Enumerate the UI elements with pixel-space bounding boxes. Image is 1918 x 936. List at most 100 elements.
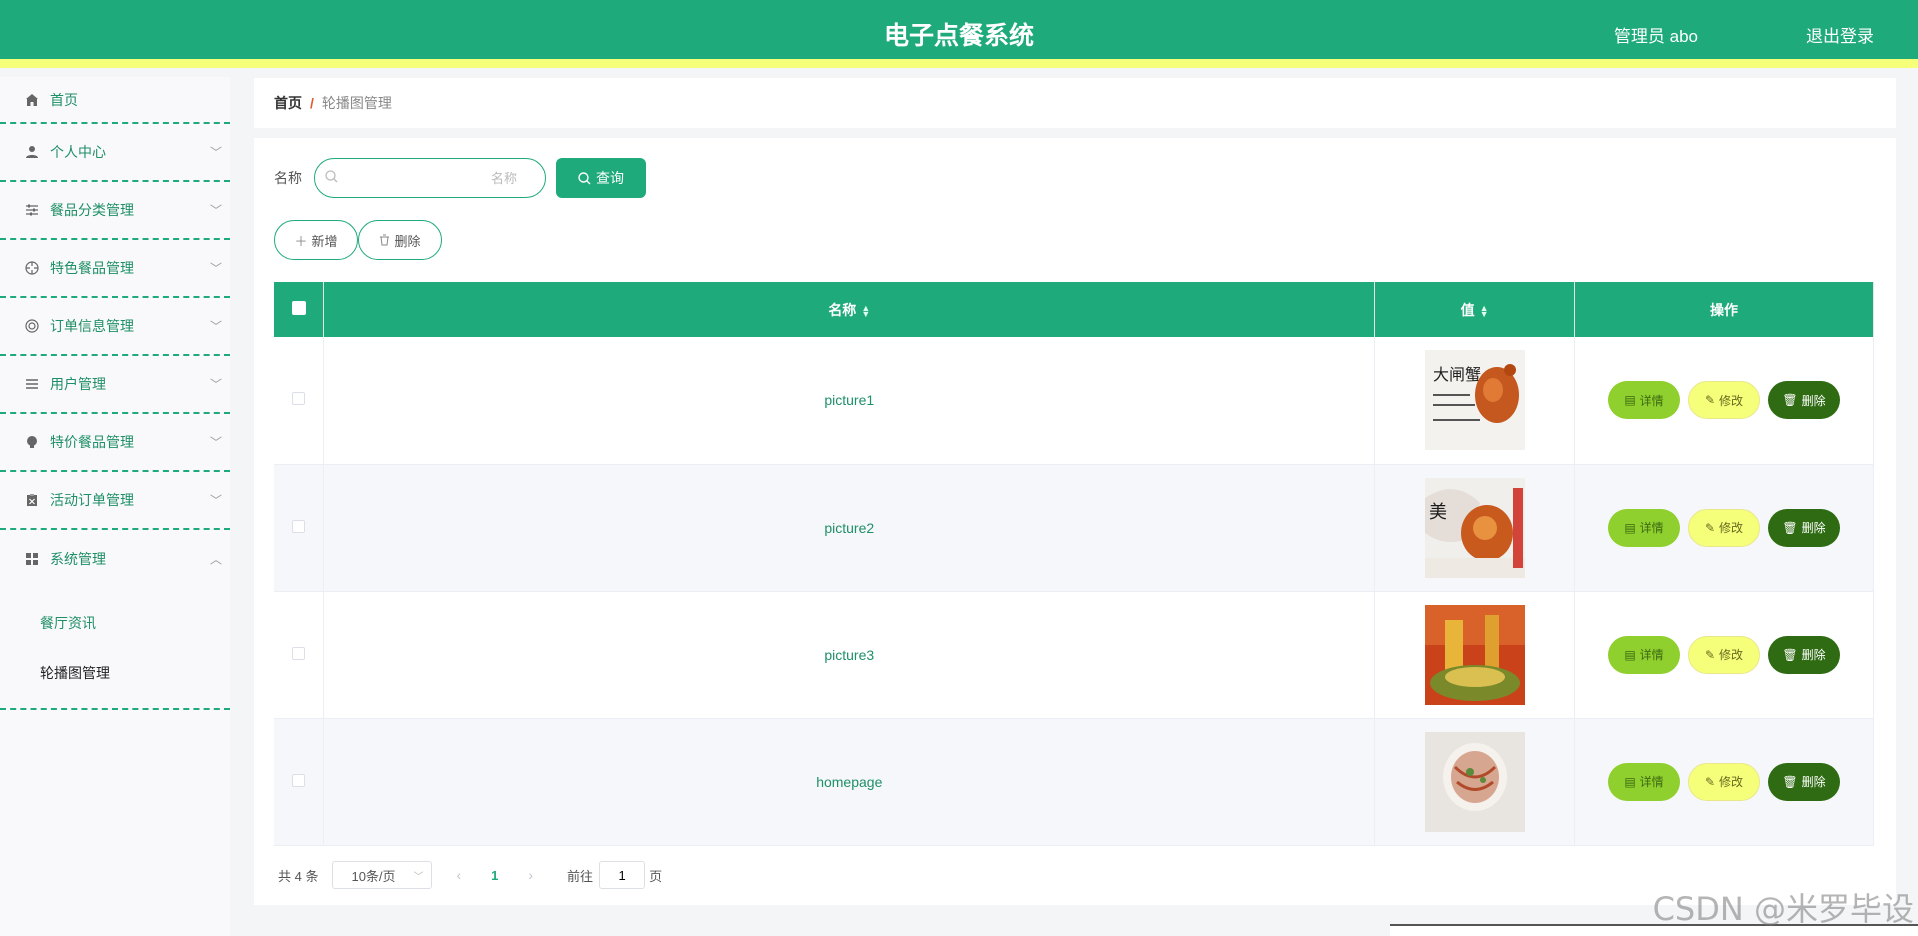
add-button[interactable]: ＋ 新增 [274,220,358,260]
sidebar-subitem-carousel[interactable]: 轮播图管理 [0,648,230,698]
sort-icon[interactable]: ▲ ▼ [861,303,870,318]
sidebar-item-label: 餐品分类管理 [50,202,134,218]
sidebar-item-label: 用户管理 [50,376,106,392]
goto-page-input[interactable] [599,861,646,889]
prev-page-icon[interactable]: ‹ [456,867,461,883]
search-label: 名称 [274,170,302,186]
pencil-icon: ✎ [1704,520,1716,535]
main-panel: 名称 查询 ＋ 新增 删除 [254,138,1896,905]
delete-button[interactable]: 🗑 删除 [1768,508,1840,547]
sidebar-item-label: 特价餐品管理 [50,434,134,450]
ops-cell: ▤ 详情 ✎ 修改 🗑 删除 [1574,337,1874,465]
food-photo-thumbnail[interactable]: 大闸蟹 [1424,350,1525,451]
breadcrumb-separator: / [310,95,314,111]
edit-button[interactable]: ✎ 修改 [1688,635,1760,674]
sidebar-item-profile[interactable]: 个人中心 ﹀ [0,124,230,182]
sidebar-item-featured[interactable]: 特色餐品管理 ﹀ [0,240,230,298]
select-all-cell [274,282,325,337]
chevron-down-icon: ﹀ [209,145,222,160]
page-number-current[interactable]: 1 [491,868,498,883]
delete-button[interactable]: 🗑 删除 [1768,635,1840,674]
breadcrumb-home[interactable]: 首页 [274,93,302,113]
search-row: 名称 查询 [274,158,646,198]
delete-button[interactable]: 🗑 删除 [1768,381,1840,420]
sidebar-item-users[interactable]: 用户管理 ﹀ [0,356,230,414]
sidebar-item-activity-orders[interactable]: 活动订单管理 ﹀ [0,472,230,530]
action-row: ＋ 新增 删除 [274,220,442,260]
sidebar-item-category[interactable]: 餐品分类管理 ﹀ [0,182,230,240]
row-checkbox[interactable] [292,646,306,660]
trash-icon: 🗑 [1782,393,1798,408]
list-icon [24,376,40,392]
sort-icon[interactable]: ▲ ▼ [1480,303,1489,318]
batch-delete-button[interactable]: 删除 [358,220,442,260]
query-button[interactable]: 查询 [556,158,646,198]
table-row: picture1 大闸蟹 ▤ 详情 ✎ 修改 🗑 删除 [274,337,1874,465]
select-all-checkbox[interactable] [291,301,306,315]
ops-cell: ▤ 详情 ✎ 修改 🗑 删除 [1574,591,1874,719]
sidebar-item-label: 订单信息管理 [50,318,134,334]
ops-cell: ▤ 详情 ✎ 修改 🗑 删除 [1574,464,1874,592]
food-photo-thumbnail[interactable]: 美 [1424,477,1525,578]
edit-button[interactable]: ✎ 修改 [1688,508,1760,547]
detail-button[interactable]: ▤ 详情 [1608,635,1680,674]
user-icon [24,144,40,160]
grid-icon [24,551,40,567]
sidebar-item-label: 首页 [50,91,78,108]
edit-button[interactable]: ✎ 修改 [1688,762,1760,801]
document-icon: ▤ [1624,393,1636,408]
chevron-down-icon: ﹀ [209,261,222,276]
sidebar-item-orders[interactable]: 订单信息管理 ﹀ [0,298,230,356]
detail-button[interactable]: ▤ 详情 [1608,381,1680,420]
next-page-icon[interactable]: › [528,867,533,883]
sidebar-item-label: 活动订单管理 [50,492,134,508]
delete-label: 删除 [1801,521,1826,535]
delete-button[interactable]: 🗑 删除 [1768,762,1840,801]
edit-button[interactable]: ✎ 修改 [1688,381,1760,420]
svg-text:美: 美 [1429,502,1447,523]
document-icon: ▤ [1624,647,1636,662]
chevron-up-icon: ︿ [209,552,222,567]
page-suffix: 页 [649,868,663,884]
detail-button[interactable]: ▤ 详情 [1608,508,1680,547]
pencil-icon: ✎ [1704,774,1716,789]
sidebar-subitem-news[interactable]: 餐厅资讯 [0,598,230,648]
delete-label: 删除 [1801,648,1826,662]
row-select-cell [274,718,325,846]
detail-button[interactable]: ▤ 详情 [1608,762,1680,801]
watermark: CSDN @米罗毕设 [1652,890,1914,928]
plus-icon: ＋ [294,233,308,249]
circle-icon [24,318,40,334]
breadcrumb-current: 轮播图管理 [321,95,392,111]
sidebar-item-specials[interactable]: 特价餐品管理 ﹀ [0,414,230,472]
row-checkbox[interactable] [292,392,306,406]
total-count: 共 4 条 [278,868,319,884]
detail-label: 详情 [1639,648,1664,662]
table-row: picture3 ▤ 详情 ✎ 修改 🗑 删除 [274,591,1874,719]
search-input[interactable] [345,159,535,197]
sidebar-item-home[interactable]: 首页 [0,77,230,124]
page-size-select[interactable]: 10条/页 ﹀ [332,861,433,889]
column-header-ops: 操作 [1574,282,1874,337]
chevron-down-icon: ﹀ [209,377,222,392]
row-checkbox[interactable] [292,519,306,533]
row-checkbox[interactable] [292,773,306,787]
data-table: 名称 ▲ ▼ 值 ▲ ▼ 操作 picture1 大闸蟹 ▤ 详情 ✎ 修改 🗑… [274,282,1874,846]
trash-icon: 🗑 [1782,774,1798,789]
column-header-name[interactable]: 名称 ▲ ▼ [323,282,1376,337]
home-icon [24,92,40,108]
name-cell: picture3 [323,591,1376,719]
pencil-icon: ✎ [1704,393,1716,408]
food-photo-thumbnail[interactable] [1424,731,1525,832]
delete-label: 删除 [1801,775,1826,789]
sidebar-item-system[interactable]: 系统管理 ︿ [0,530,230,588]
logout-link[interactable]: 退出登录 [1806,22,1874,47]
value-cell: 美 [1374,464,1576,592]
row-select-cell [274,464,325,592]
system-submenu: 餐厅资讯 轮播图管理 [0,588,230,710]
trash-icon: 🗑 [1782,647,1798,662]
column-header-value[interactable]: 值 ▲ ▼ [1374,282,1576,337]
column-header-label: 名称 [828,301,857,318]
food-photo-thumbnail[interactable] [1424,604,1525,705]
row-select-cell [274,591,325,719]
